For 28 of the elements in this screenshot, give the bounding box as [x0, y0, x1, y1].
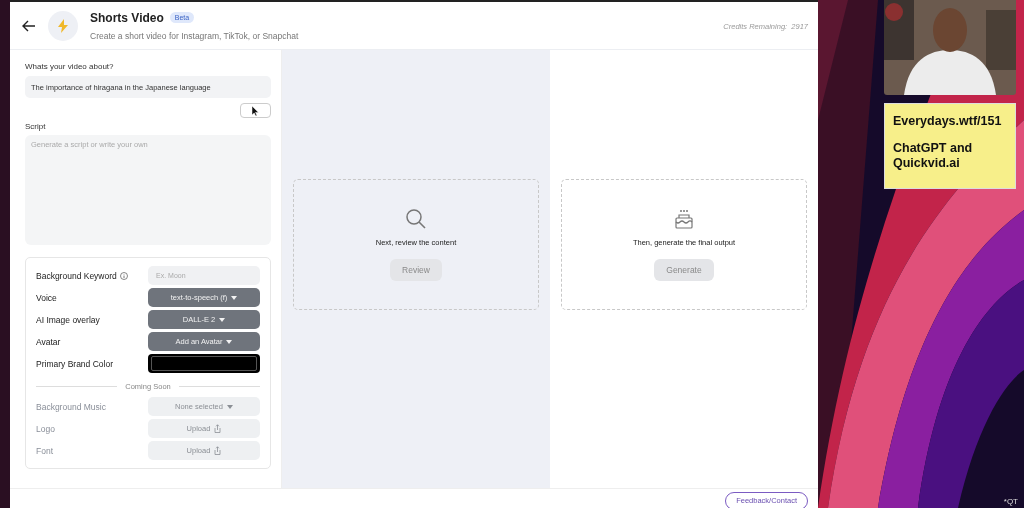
search-icon [405, 207, 427, 230]
caret-icon [226, 404, 233, 409]
upload-icon [214, 424, 222, 433]
upload-icon [214, 446, 222, 455]
back-arrow-icon [22, 19, 36, 32]
caret-icon [226, 339, 233, 344]
setting-label: Primary Brand Color [36, 358, 114, 369]
color-field[interactable] [148, 354, 260, 373]
field-label: Whats your video about? [25, 62, 115, 71]
caret-icon [219, 317, 226, 322]
setting-label: Background Music [36, 401, 107, 412]
small-button[interactable] [240, 103, 271, 118]
setting-label: Background Keyword [36, 270, 148, 281]
setting-label: AI Image overlay [36, 314, 101, 325]
setting-label: Avatar [36, 336, 62, 347]
step-button[interactable]: Generate [654, 258, 714, 281]
field-label: Script [25, 122, 47, 131]
page-title: Shorts Video [90, 10, 164, 25]
info-icon [119, 271, 128, 280]
page-subtitle: Create a short video for Instagram, TikTok, or Snapchat [90, 30, 300, 41]
setting-label: Logo [36, 423, 56, 434]
lightning-icon [58, 18, 68, 33]
caret-icon [231, 295, 238, 300]
setting-label: Voice [36, 292, 58, 303]
step-button[interactable]: Review [390, 258, 442, 281]
cake-icon [673, 207, 695, 230]
cursor-icon [252, 105, 259, 116]
setting-label: Font [36, 445, 54, 456]
